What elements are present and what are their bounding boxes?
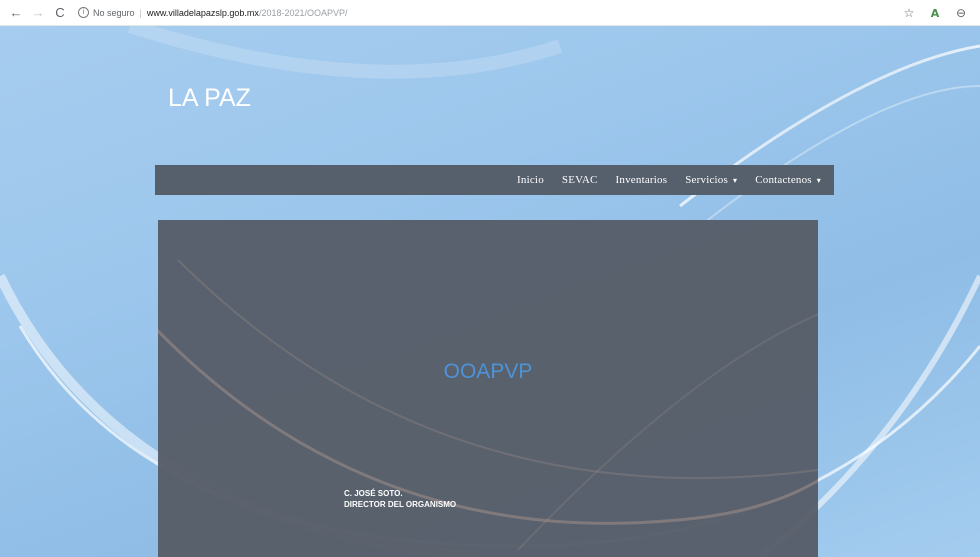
nav-item-servicios[interactable]: Servicios ▾	[685, 174, 737, 186]
panel-title: OOAPVP	[443, 360, 533, 383]
nav-item-label: SEVAC	[561, 174, 598, 186]
main-navbar: Inicio SEVAC Inventarios Servicios ▾ Contacte…	[155, 165, 834, 195]
arrow-left-icon[interactable]: ←	[6, 3, 26, 23]
chevron-down-icon: ▾	[732, 175, 738, 185]
nav-item-label: Inicio	[517, 174, 544, 186]
nav-item-label: Inventarios	[615, 174, 668, 186]
translate-icon[interactable]: A	[924, 3, 946, 23]
security-label: No seguro	[93, 7, 135, 18]
browser-actions: ☆ A ⊖	[894, 3, 972, 23]
director-info: C. JOSÉ SOTO. DIRECTOR DEL ORGANISMO	[344, 488, 456, 510]
account-icon[interactable]: ⊖	[950, 3, 972, 23]
browser-toolbar: ← → C i No seguro | www.villadelapazslp.…	[0, 0, 980, 26]
url-domain: www.villadelapazslp.gob.mx	[146, 7, 259, 18]
address-bar[interactable]: i No seguro | www.villadelapazslp.gob.mx…	[78, 7, 348, 18]
info-icon[interactable]: i	[78, 7, 89, 18]
nav-item-inventarios[interactable]: Inventarios	[616, 174, 668, 186]
panel-swirl	[158, 259, 818, 551]
nav-item-sevac[interactable]: SEVAC	[562, 174, 598, 186]
site-title[interactable]: LA PAZ	[168, 84, 251, 113]
reload-icon[interactable]: C	[50, 3, 70, 23]
arrow-right-icon[interactable]: →	[28, 3, 48, 23]
nav-item-label: Servicios	[685, 174, 728, 186]
nav-item-label: Contactenos	[755, 174, 812, 186]
url-path: /2018-2021/OOAPVP/	[258, 7, 348, 18]
nav-item-inicio[interactable]: Inicio	[517, 174, 544, 186]
chevron-down-icon: ▾	[816, 175, 821, 185]
director-role: DIRECTOR DEL ORGANISMO	[344, 500, 457, 509]
page-background: LA PAZ Inicio SEVAC Inventarios Servicios ▾ C…	[0, 26, 980, 557]
url-separator: |	[139, 7, 142, 18]
director-name: C. JOSÉ SOTO.	[344, 489, 403, 498]
star-icon[interactable]: ☆	[898, 3, 920, 23]
nav-item-contactenos[interactable]: Contactenos ▾	[755, 174, 821, 186]
hero-panel: OOAPVP C. JOSÉ SOTO. DIRECTOR DEL ORGANI…	[158, 220, 818, 557]
